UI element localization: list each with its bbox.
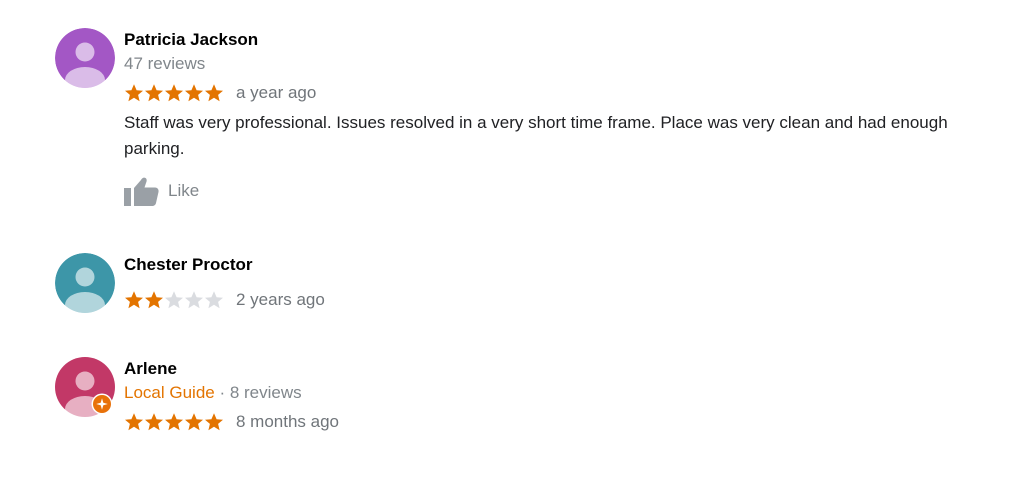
star-rating (124, 83, 224, 103)
review-time: a year ago (236, 83, 317, 102)
star-rating (124, 412, 224, 432)
star-empty-icon (205, 291, 223, 309)
star-empty-icon (165, 291, 183, 309)
local-guide-badge-icon (91, 393, 113, 415)
rating-row: a year ago (124, 81, 994, 105)
review-time: 8 months ago (236, 412, 340, 431)
meta-separator: · (214, 383, 230, 402)
star-filled-icon (145, 413, 163, 431)
person-icon (55, 253, 115, 313)
review-text: Staff was very professional. Issues reso… (124, 113, 948, 158)
person-icon (55, 28, 115, 88)
star-filled-icon (205, 413, 223, 431)
avatar[interactable] (55, 253, 115, 313)
review-time: 2 years ago (236, 290, 325, 309)
reviewer-review-count: 8 reviews (229, 383, 302, 402)
thumbs-up-icon (124, 177, 159, 206)
rating-row: 8 months ago (124, 410, 994, 434)
star-filled-icon (165, 413, 183, 431)
local-guide-label: Local Guide (124, 383, 215, 402)
star-filled-icon (125, 84, 143, 102)
star-filled-icon (125, 291, 143, 309)
avatar[interactable] (55, 28, 115, 88)
star-filled-icon (185, 413, 203, 431)
reviewer-name[interactable]: Arlene (124, 358, 994, 380)
reviewer-meta[interactable]: Local Guide · 8 reviews (124, 382, 994, 404)
star-empty-icon (185, 291, 203, 309)
reviewer-review-count[interactable]: 47 reviews (124, 53, 994, 75)
star-filled-icon (205, 84, 223, 102)
like-button[interactable]: Like (124, 176, 994, 206)
reviewer-name[interactable]: Chester Proctor (124, 254, 994, 276)
like-label: Like (168, 181, 200, 200)
star-rating (124, 290, 224, 310)
reviewer-name[interactable]: Patricia Jackson (124, 29, 994, 51)
rating-row: 2 years ago (124, 288, 994, 312)
avatar[interactable] (55, 357, 115, 417)
star-filled-icon (145, 84, 163, 102)
star-filled-icon (145, 291, 163, 309)
star-filled-icon (165, 84, 183, 102)
star-filled-icon (125, 413, 143, 431)
star-filled-icon (185, 84, 203, 102)
